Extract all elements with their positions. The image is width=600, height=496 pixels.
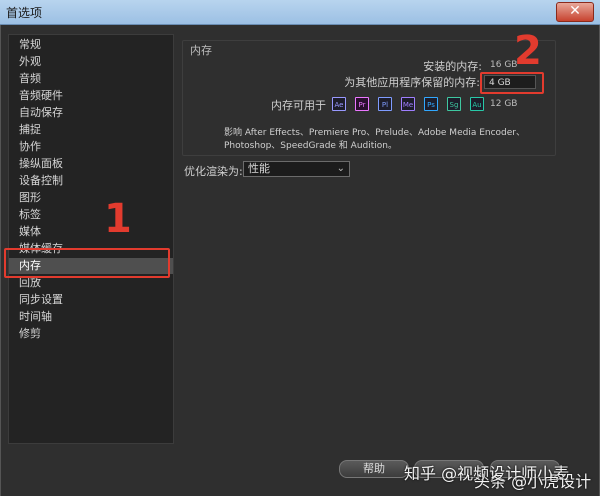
app-icon-sg: Sg <box>447 97 461 111</box>
sidebar-item[interactable]: 捕捉 <box>19 122 41 138</box>
close-icon: ✕ <box>569 3 581 19</box>
available-memory-value: 12 GB <box>490 99 518 109</box>
chevron-down-icon: ⌄ <box>336 163 345 174</box>
affects-note: 影响 After Effects、Premiere Pro、Prelude、Ad… <box>224 128 525 151</box>
sidebar-item[interactable]: 自动保存 <box>19 105 63 121</box>
optimize-render-select[interactable]: 性能 ⌄ <box>243 161 350 177</box>
sidebar-item[interactable]: 修剪 <box>19 326 41 342</box>
sidebar-item[interactable]: 操纵面板 <box>19 156 63 172</box>
sidebar-item[interactable]: 标签 <box>19 207 41 223</box>
memory-section-title: 内存 <box>190 44 212 57</box>
sidebar-item[interactable]: 同步设置 <box>19 292 63 308</box>
app-icon-ae: Ae <box>332 97 346 111</box>
help-button[interactable]: 帮助 <box>339 460 409 478</box>
close-button[interactable]: ✕ <box>556 2 594 22</box>
app-icon-me: Me <box>401 97 415 111</box>
sidebar-item[interactable]: 设备控制 <box>19 173 63 189</box>
app-icon-pr: Pr <box>355 97 369 111</box>
sidebar-item[interactable]: 音频硬件 <box>19 88 63 104</box>
annotation-box-2 <box>480 72 544 94</box>
optimize-render-label: 优化渲染为: <box>184 165 243 178</box>
sidebar-item[interactable]: 时间轴 <box>19 309 52 325</box>
preferences-sidebar: 常规 外观 音频 音频硬件 自动保存 捕捉 协作 操纵面板 设备控制 图形 标签 媒体 媒体缓存 内存 回放… <box>8 34 174 444</box>
annotation-number-1: 1 <box>104 196 132 242</box>
reserved-memory-label: 为其他应用程序保留的内存: <box>344 76 480 89</box>
app-icon-au: Au <box>470 97 484 111</box>
optimize-render-value: 性能 <box>248 162 270 175</box>
annotation-box-1 <box>4 248 170 278</box>
app-icon-pl: Pl <box>378 97 392 111</box>
installed-memory-label: 安装的内存: <box>423 60 482 73</box>
toutiao-watermark: 头条 @小虎设计 <box>474 472 592 491</box>
window-titlebar: 首选项 ✕ <box>0 0 600 25</box>
sidebar-item[interactable]: 外观 <box>19 54 41 70</box>
sidebar-item[interactable]: 协作 <box>19 139 41 155</box>
sidebar-item[interactable]: 图形 <box>19 190 41 206</box>
window-title: 首选项 <box>6 6 43 20</box>
available-memory-label: 内存可用于 <box>271 99 326 112</box>
sidebar-item[interactable]: 常规 <box>19 37 41 53</box>
sidebar-item[interactable]: 媒体 <box>19 224 41 240</box>
app-icon-ps: Ps <box>424 97 438 111</box>
sidebar-item[interactable]: 音频 <box>19 71 41 87</box>
annotation-number-2: 2 <box>514 28 542 74</box>
